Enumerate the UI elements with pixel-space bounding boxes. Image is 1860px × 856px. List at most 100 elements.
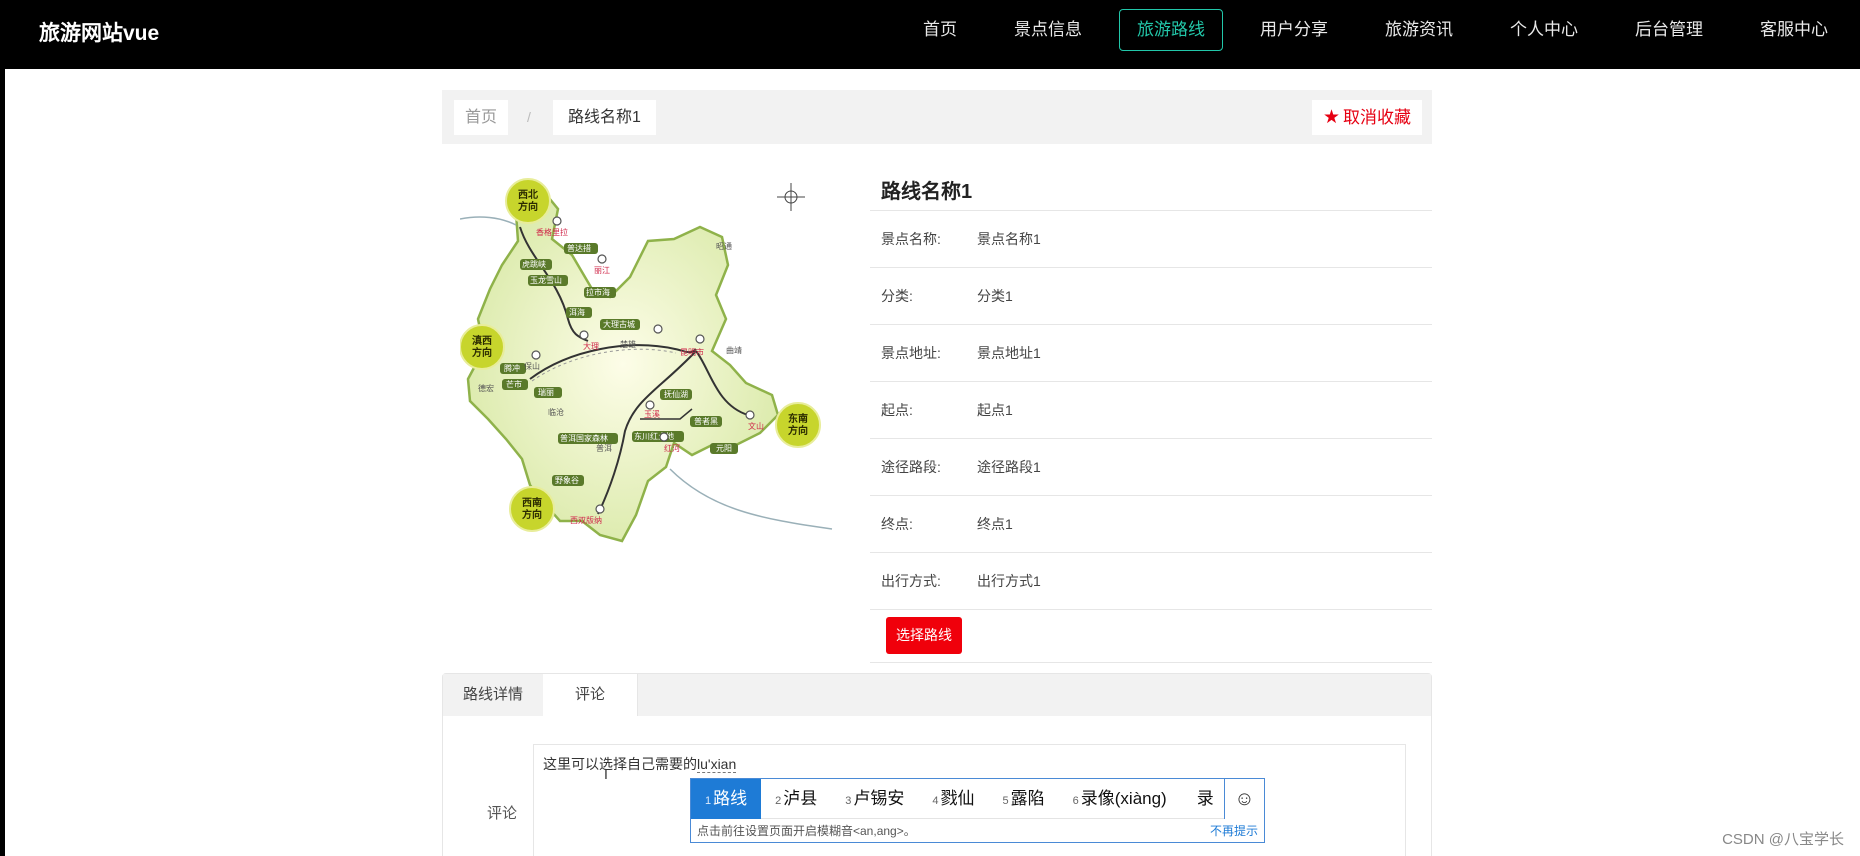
text-cursor-icon: I bbox=[604, 766, 608, 782]
svg-text:昭通: 昭通 bbox=[716, 241, 732, 251]
main-nav: 首页 景点信息 旅游路线 用户分享 旅游资讯 个人中心 后台管理 客服中心 bbox=[886, 9, 1848, 51]
svg-text:保山: 保山 bbox=[524, 361, 540, 371]
watermark: CSDN @八宝学长 bbox=[1722, 831, 1844, 848]
svg-text:西北: 西北 bbox=[518, 188, 538, 201]
info-row-via: 途径路段: 途径路段1 bbox=[870, 439, 1432, 496]
field-value: 景点名称1 bbox=[977, 231, 1041, 247]
field-label: 景点地址: bbox=[881, 345, 941, 361]
svg-text:临沧: 临沧 bbox=[548, 407, 564, 417]
comment-composing-text: lu'xian bbox=[697, 756, 737, 773]
ime-candidate[interactable]: 1 路线 bbox=[691, 778, 762, 819]
svg-text:抚仙湖: 抚仙湖 bbox=[664, 389, 688, 399]
ime-candidate[interactable]: 5 露陷 bbox=[989, 779, 1059, 819]
svg-text:拉市海: 拉市海 bbox=[586, 287, 610, 297]
nav-routes[interactable]: 旅游路线 bbox=[1119, 9, 1223, 51]
field-label: 途径路段: bbox=[881, 459, 941, 475]
emoji-icon[interactable]: ☺ bbox=[1224, 779, 1264, 819]
field-value: 起点1 bbox=[977, 402, 1013, 418]
top-navbar: 旅游网站vue 首页 景点信息 旅游路线 用户分享 旅游资讯 个人中心 后台管理… bbox=[0, 0, 1860, 69]
tab-comments[interactable]: 评论 bbox=[543, 674, 639, 716]
site-brand[interactable]: 旅游网站vue bbox=[39, 17, 159, 47]
info-row-attraction: 景点名称: 景点名称1 bbox=[870, 211, 1432, 268]
svg-text:元阳: 元阳 bbox=[716, 444, 732, 453]
field-value: 景点地址1 bbox=[977, 345, 1041, 361]
svg-text:西南: 西南 bbox=[522, 496, 542, 509]
ime-candidate[interactable]: 6 录像(xiàng) bbox=[1059, 779, 1181, 819]
svg-text:昆明市: 昆明市 bbox=[680, 347, 704, 357]
unfavorite-label: 取消收藏 bbox=[1343, 108, 1411, 127]
svg-text:西双版纳: 西双版纳 bbox=[570, 515, 602, 525]
svg-text:玉溪: 玉溪 bbox=[644, 409, 660, 419]
ime-candidate-popup: 1 路线 2 泸县 3 卢锡安 4 戮仙 5 露陷 6 录像(xiàng) 录 ☺ 点击前往… bbox=[690, 778, 1265, 843]
nav-home[interactable]: 首页 bbox=[903, 9, 977, 51]
nav-personal-center[interactable]: 个人中心 bbox=[1490, 9, 1598, 51]
info-row-end: 终点: 终点1 bbox=[870, 496, 1432, 553]
field-label: 出行方式: bbox=[881, 573, 941, 589]
ime-dismiss-link[interactable]: 不再提示 bbox=[1210, 819, 1258, 843]
field-label: 起点: bbox=[881, 402, 913, 418]
svg-text:普达措: 普达措 bbox=[567, 243, 591, 253]
svg-text:德宏: 德宏 bbox=[478, 383, 494, 393]
route-info: 路线名称1 景点名称: 景点名称1 分类: 分类1 景点地址: 景点地址1 起点… bbox=[870, 168, 1432, 663]
svg-text:洱海: 洱海 bbox=[569, 307, 585, 317]
svg-text:文山: 文山 bbox=[748, 421, 764, 431]
svg-text:东南: 东南 bbox=[788, 412, 808, 425]
info-row-start: 起点: 起点1 bbox=[870, 382, 1432, 439]
ime-candidate[interactable]: 3 卢锡安 bbox=[831, 779, 918, 819]
nav-admin[interactable]: 后台管理 bbox=[1615, 9, 1723, 51]
field-value: 出行方式1 bbox=[977, 573, 1041, 589]
star-icon: ★ bbox=[1322, 107, 1340, 128]
svg-text:方向: 方向 bbox=[788, 424, 808, 437]
field-value: 途径路段1 bbox=[977, 459, 1041, 475]
svg-text:大理古城: 大理古城 bbox=[603, 319, 635, 329]
ime-candidate[interactable]: 录 bbox=[1181, 779, 1228, 819]
breadcrumb-separator: / bbox=[527, 109, 531, 125]
ime-tip-text: 点击前往设置页面开启模糊音<an,ang>。 bbox=[697, 824, 916, 838]
nav-attractions[interactable]: 景点信息 bbox=[994, 9, 1102, 51]
field-value: 终点1 bbox=[977, 516, 1013, 532]
svg-text:玉龙雪山: 玉龙雪山 bbox=[530, 275, 562, 285]
svg-text:野象谷: 野象谷 bbox=[555, 475, 579, 485]
nav-user-share[interactable]: 用户分享 bbox=[1240, 9, 1348, 51]
breadcrumb-current: 路线名称1 bbox=[553, 100, 656, 135]
breadcrumb: 首页 / 路线名称1 ★ 取消收藏 bbox=[442, 90, 1432, 144]
ime-candidate-list: 1 路线 2 泸县 3 卢锡安 4 戮仙 5 露陷 6 录像(xiàng) 录 ☺ bbox=[691, 778, 1264, 819]
svg-text:方向: 方向 bbox=[472, 346, 492, 359]
info-row-category: 分类: 分类1 bbox=[870, 268, 1432, 325]
tab-bar: 路线详情 评论 bbox=[443, 674, 1431, 716]
select-route-row: 选择路线 bbox=[870, 610, 1432, 663]
nav-travel-news[interactable]: 旅游资讯 bbox=[1365, 9, 1473, 51]
breadcrumb-home[interactable]: 首页 bbox=[454, 100, 509, 135]
svg-text:虎跳峡: 虎跳峡 bbox=[522, 259, 546, 269]
svg-text:香格里拉: 香格里拉 bbox=[536, 227, 568, 237]
info-row-address: 景点地址: 景点地址1 bbox=[870, 325, 1432, 382]
svg-text:红河: 红河 bbox=[664, 443, 680, 453]
tab-route-details[interactable]: 路线详情 bbox=[443, 674, 543, 716]
svg-text:楚雄: 楚雄 bbox=[620, 339, 636, 349]
select-route-button[interactable]: 选择路线 bbox=[886, 617, 962, 654]
svg-text:普洱国家森林: 普洱国家森林 bbox=[560, 433, 608, 443]
nav-customer-service[interactable]: 客服中心 bbox=[1740, 9, 1848, 51]
svg-text:普者黑: 普者黑 bbox=[694, 416, 718, 426]
svg-text:滇西: 滇西 bbox=[472, 334, 492, 347]
svg-text:芒市: 芒市 bbox=[506, 379, 522, 389]
svg-text:丽江: 丽江 bbox=[594, 266, 610, 275]
svg-text:曲靖: 曲靖 bbox=[726, 345, 742, 355]
ime-candidate[interactable]: 2 泸县 bbox=[761, 779, 831, 819]
svg-text:瑞丽: 瑞丽 bbox=[538, 387, 554, 397]
field-label: 终点: bbox=[881, 516, 913, 532]
svg-text:大理: 大理 bbox=[583, 341, 599, 351]
comment-text: 这里可以选择自己需要的 bbox=[543, 756, 697, 772]
field-label: 分类: bbox=[881, 288, 913, 304]
ime-candidate[interactable]: 4 戮仙 bbox=[918, 779, 988, 819]
svg-text:普洱: 普洱 bbox=[596, 443, 612, 453]
info-row-travel-mode: 出行方式: 出行方式1 bbox=[870, 553, 1432, 610]
route-map-image: 西北方向 滇西方向 东南方向 西南方向 普达措 虎跳峡 玉龙雪山 拉市海 洱海 … bbox=[460, 178, 833, 543]
unfavorite-button[interactable]: ★ 取消收藏 bbox=[1311, 100, 1422, 135]
svg-text:方向: 方向 bbox=[522, 508, 542, 521]
ime-tip: 点击前往设置页面开启模糊音<an,ang>。 不再提示 bbox=[691, 819, 1264, 843]
route-title: 路线名称1 bbox=[870, 168, 1432, 211]
page-content: 首页 / 路线名称1 ★ 取消收藏 西北 方向 滇西 方向 东南 方向 西南 方… bbox=[5, 69, 1860, 856]
field-value: 分类1 bbox=[977, 288, 1013, 304]
svg-text:腾冲: 腾冲 bbox=[504, 363, 520, 373]
